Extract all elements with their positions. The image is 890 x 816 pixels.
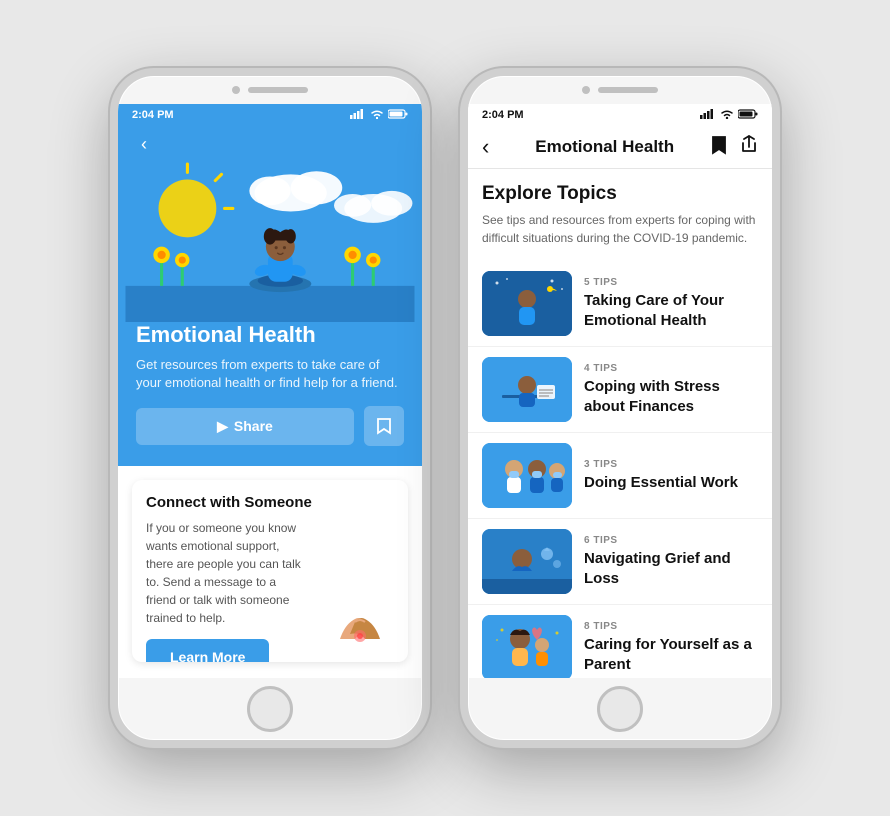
topic-list: 5 TIPS Taking Care of Your Emotional Hea… xyxy=(468,261,772,678)
phone-top-bar-left xyxy=(118,76,422,104)
topic-item-finance[interactable]: 4 TIPS Coping with Stress about Finances xyxy=(468,347,772,433)
share-label: Share xyxy=(234,418,273,434)
topic-item-emotional[interactable]: 5 TIPS Taking Care of Your Emotional Hea… xyxy=(468,261,772,347)
phone2-content: ‹ Emotional Health Explore Topics See xyxy=(468,126,772,678)
status-bar-right: 2:04 PM xyxy=(468,104,772,126)
speaker-right xyxy=(598,87,658,93)
share-icon: ▶ xyxy=(217,418,228,435)
save-button[interactable] xyxy=(364,406,404,446)
phone-screen-right: 2:04 PM ‹ Emotional Heal xyxy=(468,104,772,678)
topic-tips-essential: 3 TIPS xyxy=(584,459,758,470)
share-button[interactable]: ▶ Share xyxy=(136,408,354,445)
topic-name-grief: Navigating Grief and Loss xyxy=(584,549,758,588)
battery-left xyxy=(388,109,408,122)
topic-tips-finance: 4 TIPS xyxy=(584,363,758,374)
hero-section: ‹ xyxy=(118,126,422,466)
share-icon-right[interactable] xyxy=(740,135,758,160)
phone-top-bar-right xyxy=(468,76,772,104)
topic-name-parent: Caring for Yourself as a Parent xyxy=(584,635,758,674)
nav-title-right: Emotional Health xyxy=(499,137,710,157)
topic-item-grief[interactable]: 6 TIPS Navigating Grief and Loss xyxy=(468,519,772,605)
home-button-left[interactable] xyxy=(247,686,293,732)
topic-name-finance: Coping with Stress about Finances xyxy=(584,377,758,416)
topic-name-essential: Doing Essential Work xyxy=(584,473,758,493)
explore-topics-title-left: Explore Topics xyxy=(118,662,422,678)
time-left: 2:04 PM xyxy=(132,109,174,121)
scene: 2:04 PM ‹ xyxy=(0,0,890,816)
hero-title: Emotional Health xyxy=(136,322,404,348)
explore-section-right: Explore Topics See tips and resources fr… xyxy=(468,169,772,261)
hero-text: Emotional Health Get resources from expe… xyxy=(118,322,422,446)
nav-bar-right: ‹ Emotional Health xyxy=(468,126,772,169)
phone1-content: ‹ xyxy=(118,126,422,678)
explore-main-title: Explore Topics xyxy=(482,183,758,205)
status-icons-right xyxy=(700,109,758,122)
hero-illustration xyxy=(118,162,422,322)
camera-left xyxy=(232,86,240,94)
hero-description: Get resources from experts to take care … xyxy=(136,356,404,392)
wifi-right xyxy=(720,109,734,122)
connect-card: Connect with Someone If you or someone y… xyxy=(132,480,408,662)
back-button-left[interactable]: ‹ xyxy=(132,132,156,156)
connect-title: Connect with Someone xyxy=(146,494,394,511)
phone-left: 2:04 PM ‹ xyxy=(110,68,430,748)
topic-thumb-grief xyxy=(482,529,572,594)
hero-actions: ▶ Share xyxy=(136,406,404,446)
topic-item-essential[interactable]: 3 TIPS Doing Essential Work xyxy=(468,433,772,519)
hero-nav: ‹ xyxy=(118,126,422,162)
wifi-left xyxy=(370,109,384,122)
battery-right xyxy=(738,109,758,122)
explore-subtitle: See tips and resources from experts for … xyxy=(482,211,758,247)
topic-thumb-emotional xyxy=(482,271,572,336)
topic-thumb-finance xyxy=(482,357,572,422)
camera-right xyxy=(582,86,590,94)
phone-right: 2:04 PM ‹ Emotional Heal xyxy=(460,68,780,748)
time-right: 2:04 PM xyxy=(482,109,524,121)
topic-info-grief: 6 TIPS Navigating Grief and Loss xyxy=(584,535,758,588)
bookmark-icon-right[interactable] xyxy=(710,135,728,160)
status-icons-left xyxy=(350,109,408,122)
speaker-left xyxy=(248,87,308,93)
topic-tips-parent: 8 TIPS xyxy=(584,621,758,632)
topic-tips-emotional: 5 TIPS xyxy=(584,277,758,288)
back-button-right[interactable]: ‹ xyxy=(482,134,489,160)
topic-info-finance: 4 TIPS Coping with Stress about Finances xyxy=(584,363,758,416)
topic-tips-grief: 6 TIPS xyxy=(584,535,758,546)
topic-item-parent[interactable]: 8 TIPS Caring for Yourself as a Parent xyxy=(468,605,772,678)
topic-thumb-essential xyxy=(482,443,572,508)
connect-description: If you or someone you know wants emotion… xyxy=(146,519,307,627)
learn-more-button[interactable]: Learn More xyxy=(146,639,269,662)
home-button-right[interactable] xyxy=(597,686,643,732)
signal-right xyxy=(700,109,716,122)
connect-illustration xyxy=(320,584,400,654)
topic-info-emotional: 5 TIPS Taking Care of Your Emotional Hea… xyxy=(584,277,758,330)
topic-name-emotional: Taking Care of Your Emotional Health xyxy=(584,291,758,330)
topic-info-essential: 3 TIPS Doing Essential Work xyxy=(584,459,758,493)
topic-thumb-parent xyxy=(482,615,572,678)
signal-left xyxy=(350,109,366,122)
status-bar-left: 2:04 PM xyxy=(118,104,422,126)
phone-screen-left: 2:04 PM ‹ xyxy=(118,104,422,678)
nav-icons xyxy=(710,135,758,160)
topic-info-parent: 8 TIPS Caring for Yourself as a Parent xyxy=(584,621,758,674)
